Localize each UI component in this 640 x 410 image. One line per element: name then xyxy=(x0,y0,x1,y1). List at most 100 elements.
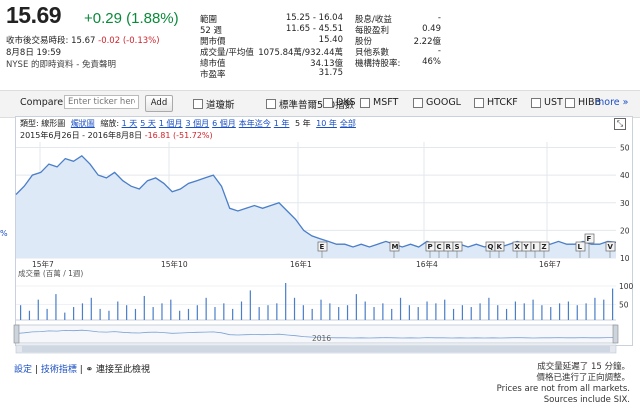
volume-tick: 100 xyxy=(619,282,634,291)
navigator-left-handle[interactable] xyxy=(13,324,20,344)
x-tick-label: 16年1 xyxy=(290,259,312,269)
volume-bar xyxy=(37,299,39,320)
volume-bar xyxy=(232,308,234,320)
volume-bar xyxy=(558,303,561,320)
svg-text:S: S xyxy=(455,243,460,251)
svg-text:R: R xyxy=(446,243,452,251)
svg-text:Q: Q xyxy=(488,243,494,251)
volume-bar xyxy=(444,299,446,320)
volume-bar xyxy=(452,308,455,320)
indicators-link[interactable]: 技術指標 xyxy=(41,365,77,375)
volume-bar xyxy=(214,307,216,320)
volume-bar xyxy=(293,297,296,320)
volume-bar xyxy=(532,299,534,320)
svg-text:I: I xyxy=(533,243,536,251)
volume-bar xyxy=(196,305,198,320)
volume-bar xyxy=(258,307,260,320)
volume-bar xyxy=(117,301,119,320)
volume-bar xyxy=(55,294,57,320)
footer-note: Prices are not from all markets. xyxy=(496,384,630,394)
svg-text:Z: Z xyxy=(542,243,547,251)
volume-bar xyxy=(240,301,243,320)
y-tick-label: 10 xyxy=(620,254,630,263)
x-tick-label: 15年10 xyxy=(161,259,188,269)
volume-label: 成交量 (百萬 / 1週) xyxy=(18,268,83,278)
volume-bar xyxy=(152,307,154,320)
volume-bar xyxy=(426,301,428,320)
svg-text:X: X xyxy=(515,243,521,251)
volume-bar xyxy=(134,308,137,320)
volume-bar xyxy=(205,297,207,320)
volume-bar xyxy=(391,308,393,320)
link-to-view[interactable]: 連接至此檢視 xyxy=(96,365,150,375)
volume-bar xyxy=(73,307,75,320)
link-icon: ⚭ xyxy=(85,365,94,375)
x-tick-label: 16年7 xyxy=(539,259,561,269)
footer-note: 成交量延遲了 15 分鐘。 xyxy=(537,362,630,372)
volume-bar xyxy=(46,308,48,320)
volume-bar xyxy=(99,308,101,320)
volume-bar xyxy=(603,299,605,320)
volume-bar xyxy=(338,307,340,320)
y-tick-label: 50 xyxy=(620,144,630,153)
volume-bar xyxy=(64,312,66,320)
svg-text:V: V xyxy=(608,243,614,251)
volume-bar xyxy=(364,301,366,320)
footer-links: 設定 | 技術指標 | ⚭ 連接至此檢視 xyxy=(14,362,150,375)
volume-bar xyxy=(179,310,181,320)
volume-bar xyxy=(497,305,499,320)
svg-text:F: F xyxy=(587,235,592,243)
footer-separator: | xyxy=(34,365,38,375)
volume-bar xyxy=(170,299,172,320)
footer-note: 價格已進行了正向調整。 xyxy=(536,373,630,383)
volume-bar xyxy=(594,297,596,320)
volume-bar xyxy=(408,305,410,320)
svg-text:M: M xyxy=(392,243,399,251)
settings-link[interactable]: 設定 xyxy=(14,365,32,375)
volume-bar xyxy=(108,310,110,320)
volume-bar xyxy=(285,283,287,320)
volume-bar xyxy=(576,305,578,320)
volume-bar xyxy=(28,310,31,320)
volume-bar xyxy=(505,308,508,320)
volume-bar xyxy=(187,308,190,320)
volume-bar xyxy=(461,305,463,320)
volume-bar xyxy=(382,303,384,320)
volume-bar xyxy=(355,294,357,320)
volume-bar xyxy=(267,305,269,320)
volume-bar xyxy=(249,290,251,320)
volume-bar xyxy=(399,297,402,320)
x-tick-label: 15年7 xyxy=(32,259,54,269)
footer-separator: | xyxy=(79,365,83,375)
volume-bar xyxy=(541,305,543,320)
volume-bar xyxy=(329,303,331,320)
volume-bar xyxy=(346,305,349,320)
volume-bar xyxy=(567,301,570,320)
volume-bar xyxy=(90,297,92,320)
volume-bar xyxy=(435,303,437,320)
volume-bar xyxy=(320,299,322,320)
volume-bar xyxy=(81,303,84,320)
volume-tick: 50 xyxy=(619,301,629,310)
volume-bar xyxy=(612,288,614,320)
navigator-right-handle[interactable] xyxy=(612,324,619,344)
volume-bar xyxy=(276,303,278,320)
svg-text:Y: Y xyxy=(523,243,530,251)
volume-bar xyxy=(479,303,481,320)
volume-bar xyxy=(373,307,375,320)
svg-text:K: K xyxy=(497,243,503,251)
volume-bar xyxy=(223,303,225,320)
volume-bar xyxy=(470,307,472,320)
price-chart[interactable]: 50 40 30 20 10 15年7 15年10 16年1 16年4 16年7 E M P C R S Q K X… xyxy=(0,0,640,410)
y-tick-label: 20 xyxy=(620,226,630,235)
svg-text:P: P xyxy=(428,243,433,251)
y-tick-label: 40 xyxy=(620,171,630,180)
navigator-year: 2016 xyxy=(312,334,331,343)
svg-text:C: C xyxy=(437,243,442,251)
volume-bar xyxy=(161,303,163,320)
x-tick-label: 16年4 xyxy=(416,259,438,269)
volume-bar xyxy=(417,307,419,320)
scrollbar-thumb[interactable] xyxy=(22,346,610,352)
volume-bar xyxy=(302,305,304,320)
volume-bar xyxy=(126,305,128,320)
